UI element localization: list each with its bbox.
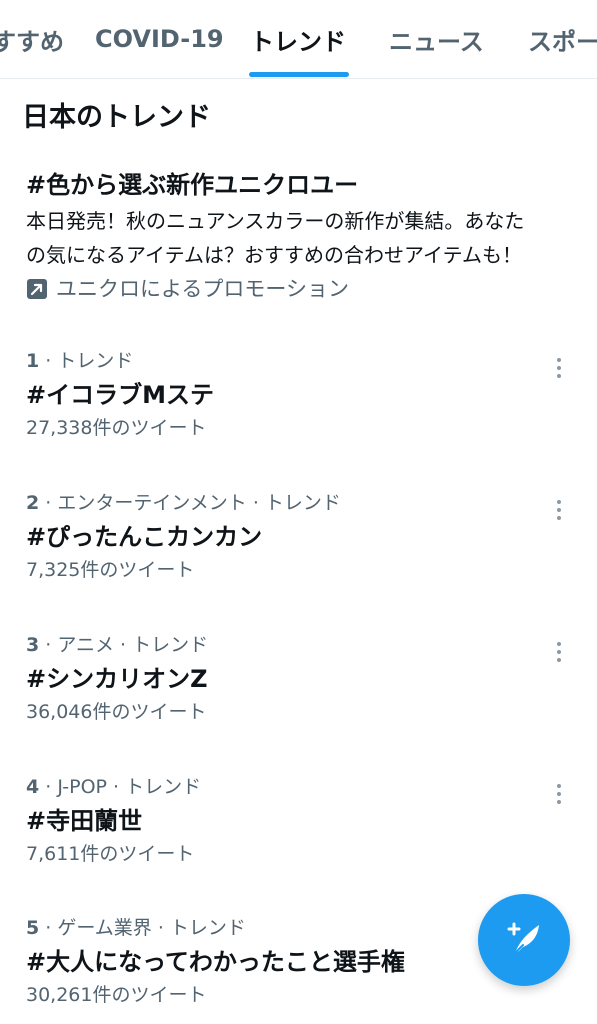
promoted-arrow-icon: [26, 278, 48, 300]
promoted-by-label: ユニクロによるプロモーション: [56, 277, 349, 301]
promoted-trend[interactable]: #色から選ぶ新作ユニクロユー 本日発売！秋のニュアンスカラーの新作が集結。あなた…: [26, 168, 571, 304]
active-tab-indicator: [249, 72, 349, 77]
trend-item[interactable]: 4 · J-POP · トレンド #寺田蘭世 7,611件のツイート: [26, 774, 571, 884]
tab-covid-19[interactable]: COVID-19: [95, 0, 224, 78]
trend-tweet-count: 7,325件のツイート: [26, 559, 195, 581]
promoted-by: ユニクロによるプロモーション: [26, 274, 571, 304]
trend-context: 2 · エンターテインメント · トレンド: [26, 490, 571, 516]
promoted-trend-title: #色から選ぶ新作ユニクロユー: [26, 171, 359, 199]
tab-for-you[interactable]: すすめ: [0, 0, 64, 78]
trend-tweet-count: 27,338件のツイート: [26, 417, 207, 439]
tab-sports[interactable]: スポー: [528, 0, 597, 78]
trend-category: · J-POP · トレンド: [45, 776, 202, 798]
more-options-icon[interactable]: [547, 638, 571, 666]
trend-category: · エンターテインメント · トレンド: [45, 492, 341, 514]
trend-context: 3 · アニメ · トレンド: [26, 632, 571, 658]
trend-name: #イコラブMステ: [26, 381, 214, 409]
more-options-icon[interactable]: [547, 780, 571, 808]
promoted-desc-line-2: の気になるアイテムは？おすすめの合わせアイテムも！: [26, 243, 522, 267]
compose-tweet-icon: [501, 915, 547, 965]
trend-category: · ゲーム業界 · トレンド: [45, 917, 246, 939]
trend-name: #シンカリオンZ: [26, 665, 208, 693]
trend-rank: 3: [26, 634, 40, 656]
more-options-icon[interactable]: [547, 496, 571, 524]
promoted-desc-line-1: 本日発売！秋のニュアンスカラーの新作が集結。あなた: [26, 209, 525, 233]
trend-tweet-count: 7,611件のツイート: [26, 843, 195, 865]
trend-name: #ぴったんこカンカン: [26, 523, 263, 551]
trend-rank: 2: [26, 492, 40, 514]
trend-context: 4 · J-POP · トレンド: [26, 774, 571, 800]
more-options-icon[interactable]: [547, 354, 571, 382]
trend-category: · アニメ · トレンド: [45, 634, 209, 656]
trend-rank: 5: [26, 917, 40, 939]
tab-trending[interactable]: トレンド: [250, 0, 346, 78]
trend-name: #寺田蘭世: [26, 807, 143, 835]
trend-category: · トレンド: [45, 350, 134, 372]
trend-item[interactable]: 1 · トレンド #イコラブMステ 27,338件のツイート: [26, 348, 571, 458]
trend-rank: 4: [26, 776, 40, 798]
tab-news[interactable]: ニュース: [389, 0, 484, 78]
compose-tweet-button[interactable]: [478, 894, 570, 986]
trend-tweet-count: 36,046件のツイート: [26, 701, 207, 723]
trend-context: 1 · トレンド: [26, 348, 571, 374]
trend-item[interactable]: 2 · エンターテインメント · トレンド #ぴったんこカンカン 7,325件の…: [26, 490, 571, 600]
trend-rank: 1: [26, 350, 40, 372]
trend-item[interactable]: 3 · アニメ · トレンド #シンカリオンZ 36,046件のツイート: [26, 632, 571, 742]
explore-tab-bar: すすめ COVID-19 トレンド ニュース スポー: [0, 0, 597, 79]
trend-tweet-count: 30,261件のツイート: [26, 984, 207, 1006]
explore-page: すすめ COVID-19 トレンド ニュース スポー 日本のトレンド #色から選…: [0, 0, 597, 1024]
promoted-trend-description: 本日発売！秋のニュアンスカラーの新作が集結。あなた の気になるアイテムは？おすす…: [26, 204, 571, 272]
section-title: 日本のトレンド: [22, 102, 211, 133]
